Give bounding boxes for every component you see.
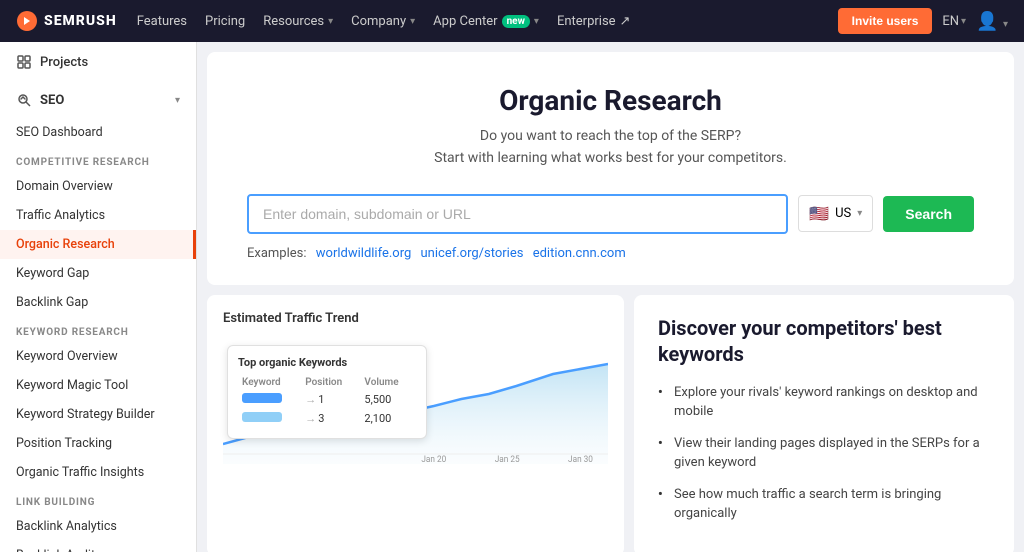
sidebar-item-keyword-strategy-builder[interactable]: Keyword Strategy Builder [0,400,196,429]
examples-label: Examples: [247,246,307,261]
nav-company[interactable]: Company ▾ [351,14,415,29]
svg-text:Jan 30: Jan 30 [568,454,593,463]
nav-items: Features Pricing Resources ▾ Company ▾ A… [137,14,818,29]
sidebar-item-backlink-audit[interactable]: Backlink Audit [0,541,196,552]
bottom-section: Estimated Traffic Trend Jan 20 [207,295,1014,552]
hero-subtitle: Do you want to reach the top of the SERP… [247,125,974,170]
sidebar-item-organic-traffic-insights[interactable]: Organic Traffic Insights [0,458,196,487]
seo-icon [16,92,32,108]
seo-chevron: ▾ [175,95,180,106]
semrush-logo-icon [16,10,38,32]
svg-text:Jan 20: Jan 20 [421,454,446,463]
flag-icon: 🇺🇸 [809,204,829,223]
top-navigation: SEMRUSH Features Pricing Resources ▾ Com… [0,0,1024,42]
invite-users-button[interactable]: Invite users [838,8,933,34]
example-link-1[interactable]: worldwildlife.org [316,246,412,261]
search-row: 🇺🇸 US ▾ Search [247,194,974,234]
sidebar-item-domain-overview[interactable]: Domain Overview [0,172,196,201]
competitive-research-label: COMPETITIVE RESEARCH [0,147,196,172]
sidebar-item-position-tracking[interactable]: Position Tracking [0,429,196,458]
keyword-research-label: KEYWORD RESEARCH [0,317,196,342]
keyword-tooltip: Top organic Keywords Keyword Position Vo… [227,345,427,439]
hero-section: Organic Research Do you want to reach th… [207,52,1014,285]
list-item: See how much traffic a search term is br… [658,485,990,524]
keyword-bar-2 [242,412,282,422]
example-link-3[interactable]: edition.cnn.com [533,246,626,261]
tooltip-title: Top organic Keywords [238,356,416,369]
language-selector[interactable]: EN ▾ [942,14,966,29]
list-item: View their landing pages displayed in th… [658,434,990,473]
projects-icon [16,54,32,70]
sidebar-item-seo-dashboard[interactable]: SEO Dashboard [0,118,196,147]
logo-text: SEMRUSH [44,13,117,29]
tooltip-table: Keyword Position Volume →1 5,500 [238,375,416,428]
arrow-icon-2: → [305,412,316,425]
search-button[interactable]: Search [883,196,974,232]
nav-enterprise[interactable]: Enterprise ↗ [557,14,631,29]
nav-resources[interactable]: Resources ▾ [263,14,333,29]
svg-text:Jan 25: Jan 25 [495,454,520,463]
logo[interactable]: SEMRUSH [16,10,117,32]
table-row: →1 5,500 [238,390,416,409]
arrow-icon-1: → [305,393,316,406]
sidebar: Projects SEO ▾ SEO Dashboard COMPETITIVE… [0,42,197,552]
sidebar-item-backlink-analytics[interactable]: Backlink Analytics [0,512,196,541]
country-chevron: ▾ [857,208,862,219]
example-link-2[interactable]: unicef.org/stories [421,246,524,261]
features-list: Explore your rivals' keyword rankings on… [658,383,990,524]
sidebar-item-keyword-gap[interactable]: Keyword Gap [0,259,196,288]
sidebar-item-keyword-overview[interactable]: Keyword Overview [0,342,196,371]
link-building-label: LINK BUILDING [0,487,196,512]
user-menu-button[interactable]: 👤 ▾ [976,11,1008,32]
table-row: →3 2,100 [238,409,416,428]
nav-pricing[interactable]: Pricing [205,14,245,29]
nav-features[interactable]: Features [137,14,187,29]
sidebar-item-organic-research[interactable]: Organic Research [0,230,196,259]
organic-research-wrapper: Organic Research ← [0,230,196,259]
country-code: US [835,206,851,221]
col-position: Position [301,375,360,390]
nav-app-center[interactable]: App Center new ▾ [433,14,539,29]
domain-search-input[interactable] [247,194,788,234]
page-title: Organic Research [247,84,974,117]
main-layout: Projects SEO ▾ SEO Dashboard COMPETITIVE… [0,42,1024,552]
seo-section-label: SEO [16,92,64,108]
chart-title: Estimated Traffic Trend [223,311,608,326]
projects-label: Projects [40,55,88,70]
list-item: Explore your rivals' keyword rankings on… [658,383,990,422]
nav-right: Invite users EN ▾ 👤 ▾ [838,8,1008,34]
sidebar-item-traffic-analytics[interactable]: Traffic Analytics [0,201,196,230]
col-volume: Volume [360,375,416,390]
examples-row: Examples: worldwildlife.org unicef.org/s… [247,246,974,261]
col-keyword: Keyword [238,375,301,390]
features-title: Discover your competitors' best keywords [658,315,990,367]
sidebar-projects[interactable]: Projects [0,42,196,82]
country-selector[interactable]: 🇺🇸 US ▾ [798,195,873,232]
features-card: Discover your competitors' best keywords… [634,295,1014,552]
main-content: Organic Research Do you want to reach th… [197,42,1024,552]
chart-card: Estimated Traffic Trend Jan 20 [207,295,624,552]
sidebar-item-keyword-magic-tool[interactable]: Keyword Magic Tool [0,371,196,400]
app-center-badge: new [502,15,530,28]
keyword-bar-1 [242,393,282,403]
sidebar-item-backlink-gap[interactable]: Backlink Gap [0,288,196,317]
sidebar-seo-header[interactable]: SEO ▾ [0,82,196,118]
